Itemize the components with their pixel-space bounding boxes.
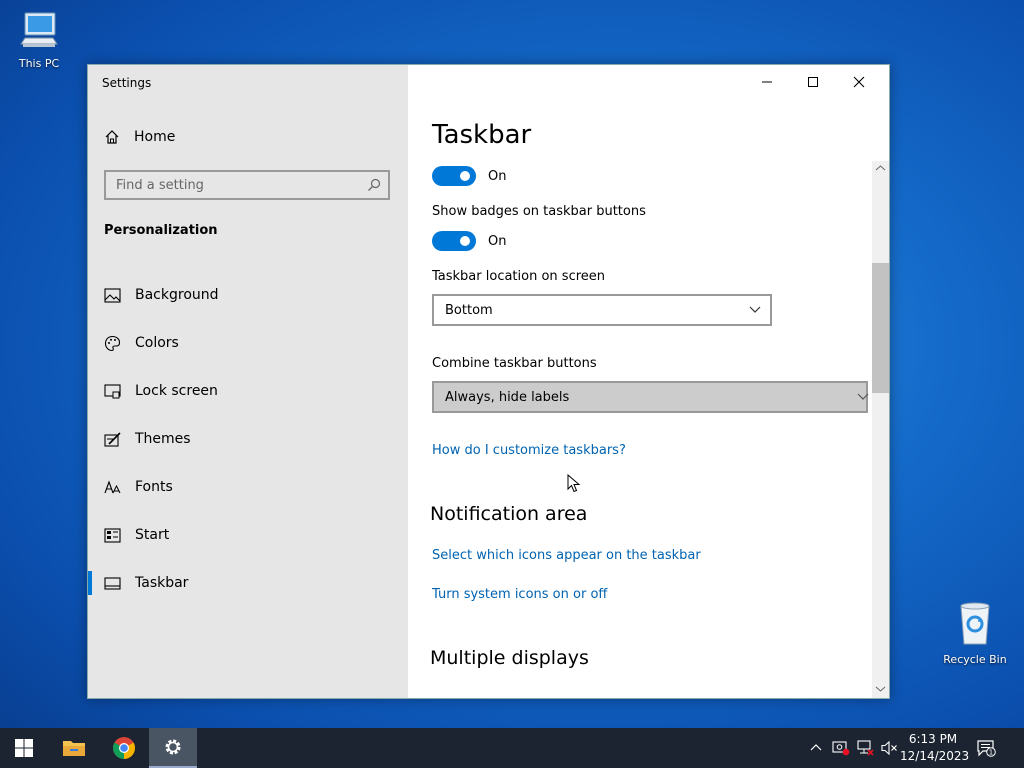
recycle-bin-icon bbox=[960, 602, 990, 645]
personalization-heading: Personalization bbox=[104, 223, 218, 238]
chevron-down-icon bbox=[749, 306, 761, 313]
combine-label: Combine taskbar buttons bbox=[432, 356, 597, 371]
maximize-button[interactable] bbox=[790, 65, 836, 99]
chrome-taskbar-button[interactable] bbox=[100, 728, 148, 768]
network-tray-button[interactable] bbox=[854, 728, 876, 768]
security-alert-icon bbox=[832, 741, 850, 756]
taskbar-settings-page: Taskbar On Show badges on taskbar button… bbox=[408, 65, 889, 698]
sidebar-item-label: Colors bbox=[135, 335, 179, 351]
clock-date: 12/14/2023 bbox=[900, 749, 970, 763]
close-icon bbox=[853, 76, 865, 88]
gear-icon bbox=[165, 739, 181, 755]
image-icon bbox=[104, 287, 121, 303]
sidebar-item-label: Background bbox=[135, 287, 219, 303]
windows-taskbar: 6:13 PM 12/14/2023 1 bbox=[0, 728, 1024, 768]
windows-logo-icon bbox=[15, 739, 33, 757]
security-tray-button[interactable] bbox=[830, 728, 852, 768]
combine-selected-value: Always, hide labels bbox=[445, 389, 570, 405]
show-hidden-icons-button[interactable] bbox=[806, 728, 826, 768]
settings-window: Settings Home Personalization Backg bbox=[87, 64, 890, 699]
notification-area-heading: Notification area bbox=[430, 503, 588, 525]
sidebar-item-colors[interactable]: Colors bbox=[88, 319, 408, 367]
settings-taskbar-button[interactable] bbox=[149, 728, 197, 768]
lock-screen-icon bbox=[104, 383, 121, 398]
this-pc-label: This PC bbox=[18, 57, 60, 70]
network-icon bbox=[857, 740, 874, 756]
sidebar-item-themes[interactable]: Themes bbox=[88, 415, 408, 463]
find-setting-box[interactable] bbox=[104, 170, 390, 200]
sidebar-item-label: Themes bbox=[135, 431, 191, 447]
location-label: Taskbar location on screen bbox=[432, 269, 606, 284]
find-setting-input[interactable] bbox=[106, 172, 366, 198]
start-button[interactable] bbox=[0, 728, 48, 768]
page-title: Taskbar bbox=[432, 120, 532, 150]
chrome-icon bbox=[113, 737, 135, 759]
sidebar-item-taskbar[interactable]: Taskbar bbox=[88, 559, 408, 607]
window-title: Settings bbox=[102, 76, 152, 90]
multiple-displays-heading: Multiple displays bbox=[430, 647, 589, 669]
sidebar-item-fonts[interactable]: Fonts bbox=[88, 463, 408, 511]
themes-icon bbox=[104, 431, 121, 447]
taskbar-location-dropdown[interactable]: Bottom bbox=[432, 294, 772, 326]
recycle-bin-label: Recycle Bin bbox=[943, 653, 1007, 666]
volume-muted-icon bbox=[881, 740, 897, 756]
content-scrollbar[interactable] bbox=[872, 161, 889, 698]
sidebar-item-background[interactable]: Background bbox=[88, 271, 408, 319]
toggle-row-1: On bbox=[432, 166, 506, 186]
taskbar-clock[interactable]: 6:13 PM 12/14/2023 bbox=[900, 731, 970, 765]
this-pc-desktop-icon[interactable]: This PC bbox=[4, 8, 74, 70]
toggle-1-state: On bbox=[488, 168, 507, 184]
badges-toggle[interactable] bbox=[432, 231, 476, 251]
minimize-icon bbox=[762, 81, 772, 83]
taskbar-icon bbox=[104, 576, 121, 590]
home-nav-item[interactable]: Home bbox=[104, 129, 175, 145]
minimize-button[interactable] bbox=[744, 65, 790, 99]
mouse-cursor-icon bbox=[567, 474, 581, 493]
settings-sidebar: Settings Home Personalization Backg bbox=[88, 65, 408, 698]
sidebar-item-label: Taskbar bbox=[135, 575, 189, 591]
start-icon bbox=[104, 527, 121, 543]
computer-icon bbox=[20, 12, 58, 47]
search-icon bbox=[368, 178, 381, 191]
scroll-thumb[interactable] bbox=[872, 263, 889, 393]
chevron-down-icon bbox=[857, 393, 869, 400]
scroll-up-icon bbox=[875, 165, 886, 171]
notification-icon: 1 bbox=[977, 740, 996, 757]
customize-taskbars-link[interactable]: How do I customize taskbars? bbox=[432, 443, 626, 458]
home-label: Home bbox=[134, 129, 176, 145]
recycle-bin-desktop-icon[interactable]: Recycle Bin bbox=[940, 600, 1010, 666]
scroll-down-icon bbox=[875, 686, 886, 692]
location-selected-value: Bottom bbox=[445, 302, 493, 318]
combine-buttons-dropdown[interactable]: Always, hide labels bbox=[432, 381, 869, 413]
file-explorer-taskbar-button[interactable] bbox=[50, 728, 98, 768]
toggle-row-badges: On bbox=[432, 231, 506, 251]
palette-icon bbox=[104, 335, 121, 351]
sidebar-item-start[interactable]: Start bbox=[88, 511, 408, 559]
fonts-icon bbox=[104, 479, 121, 493]
select-icons-link[interactable]: Select which icons appear on the taskbar bbox=[432, 548, 701, 563]
home-icon bbox=[105, 130, 119, 144]
maximize-icon bbox=[808, 77, 818, 87]
setting-toggle-1[interactable] bbox=[432, 166, 476, 186]
system-icons-link[interactable]: Turn system icons on or off bbox=[432, 587, 607, 602]
badges-label: Show badges on taskbar buttons bbox=[432, 204, 646, 219]
clock-time: 6:13 PM bbox=[908, 732, 958, 746]
personalization-nav: Background Colors Lock screen Themes Fon… bbox=[88, 271, 408, 607]
folder-icon bbox=[63, 741, 85, 756]
sidebar-item-lock-screen[interactable]: Lock screen bbox=[88, 367, 408, 415]
close-button[interactable] bbox=[836, 65, 882, 99]
sidebar-item-label: Lock screen bbox=[135, 383, 218, 399]
sidebar-item-label: Start bbox=[135, 527, 170, 543]
badges-toggle-state: On bbox=[488, 233, 507, 249]
chevron-up-icon bbox=[810, 744, 822, 751]
action-center-button[interactable]: 1 bbox=[972, 728, 1000, 768]
sidebar-item-label: Fonts bbox=[135, 479, 173, 495]
volume-tray-button[interactable] bbox=[878, 728, 900, 768]
notification-count: 1 bbox=[989, 749, 993, 757]
